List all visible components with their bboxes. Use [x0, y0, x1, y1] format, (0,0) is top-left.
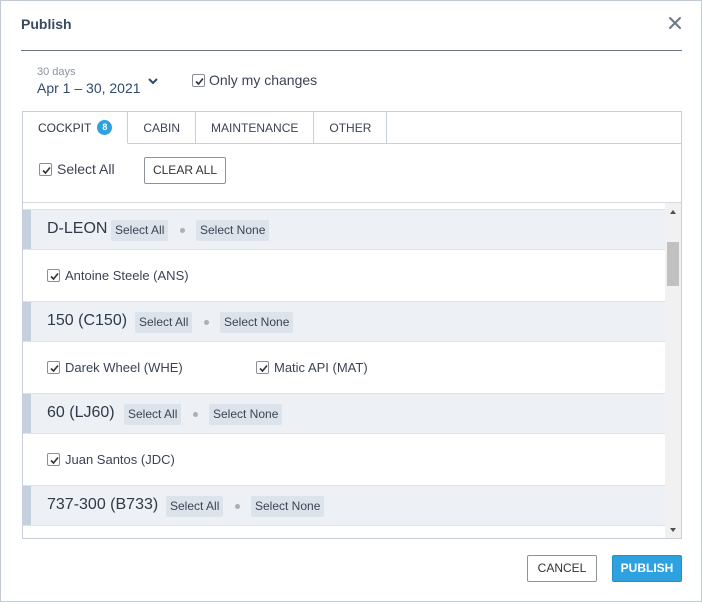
- member-checkbox[interactable]: [47, 361, 60, 374]
- group-accent-bar: [23, 210, 31, 249]
- select-all-checkbox[interactable]: [39, 162, 52, 176]
- tab-maintenance-label: MAINTENANCE: [211, 120, 299, 135]
- member-item[interactable]: Matic API (MAT): [256, 360, 368, 375]
- period-selector[interactable]: 30 days Apr 1 – 30, 2021: [37, 66, 141, 96]
- group-accent-bar: [23, 302, 31, 341]
- member-row: Juan Santos (JDC): [23, 435, 665, 486]
- group-header: 150 (C150) Select All Select None: [23, 301, 665, 342]
- list-scrollbar[interactable]: [665, 203, 681, 538]
- tab-cabin-label: CABIN: [143, 120, 181, 135]
- member-row: Antoine Steele (ANS): [23, 251, 665, 302]
- select-all-toggle[interactable]: Select All: [39, 161, 115, 177]
- separator-dot: [235, 504, 240, 509]
- group-header: D-LEON Select All Select None: [23, 209, 665, 250]
- member-row: Darek Wheel (WHE) Matic API (MAT): [23, 343, 665, 394]
- only-my-changes-toggle[interactable]: Only my changes: [192, 72, 317, 88]
- tab-other-label: OTHER: [329, 120, 372, 135]
- separator-dot: [180, 228, 185, 233]
- group-name: 150 (C150): [47, 312, 128, 329]
- member-name: Juan Santos (JDC): [65, 452, 175, 467]
- chevron-down-icon[interactable]: [147, 74, 159, 85]
- period-length: 30 days: [37, 66, 76, 78]
- tab-other[interactable]: OTHER: [314, 112, 388, 144]
- member-checkbox[interactable]: [256, 361, 269, 374]
- member-name: Antoine Steele (ANS): [65, 268, 189, 283]
- group-select-all-button[interactable]: Select All: [111, 220, 169, 241]
- group-accent-bar: [23, 486, 31, 525]
- group-select-none-button[interactable]: Select None: [209, 404, 283, 425]
- member-item[interactable]: Darek Wheel (WHE): [47, 360, 183, 375]
- group-accent-bar: [23, 394, 31, 433]
- member-checkbox[interactable]: [47, 453, 60, 466]
- publish-dialog: Publish 30 days Apr 1 – 30, 2021 Only my…: [0, 0, 702, 602]
- tabs-panel: COCKPIT 8 CABIN MAINTENANCE OTHER Select…: [22, 111, 682, 539]
- tab-cockpit-label: COCKPIT: [38, 120, 92, 135]
- group-header: 737-300 (B733) Select All Select None: [23, 485, 665, 526]
- group-header: 60 (LJ60) Select All Select None: [23, 393, 665, 434]
- group-select-all-button[interactable]: Select All: [124, 404, 182, 425]
- title-divider: [21, 50, 682, 51]
- member-checkbox[interactable]: [47, 269, 60, 282]
- close-icon[interactable]: [665, 13, 687, 35]
- member-item[interactable]: Juan Santos (JDC): [47, 452, 175, 467]
- clear-all-button[interactable]: CLEAR ALL: [144, 157, 226, 184]
- crew-list: D-LEON Select All Select None Antoine St…: [23, 202, 681, 538]
- member-name: Darek Wheel (WHE): [65, 360, 183, 375]
- period-range: Apr 1 – 30, 2021: [37, 80, 141, 96]
- group-name: D-LEON: [47, 220, 108, 237]
- dialog-title: Publish: [21, 16, 72, 32]
- tab-bar: COCKPIT 8 CABIN MAINTENANCE OTHER: [23, 112, 388, 144]
- tab-cabin[interactable]: CABIN: [128, 112, 197, 144]
- tab-cockpit-badge: 8: [97, 120, 113, 135]
- tab-maintenance[interactable]: MAINTENANCE: [196, 112, 315, 144]
- scrollbar-thumb[interactable]: [667, 242, 679, 286]
- group-name: 737-300 (B733): [47, 496, 159, 513]
- group-select-none-button[interactable]: Select None: [220, 312, 294, 333]
- separator-dot: [193, 412, 198, 417]
- cancel-button[interactable]: CANCEL: [527, 555, 597, 582]
- only-my-changes-checkbox[interactable]: [192, 73, 205, 87]
- select-all-label: Select All: [57, 161, 115, 177]
- tab-cockpit[interactable]: COCKPIT 8: [23, 112, 129, 144]
- publish-button[interactable]: PUBLISH: [612, 555, 682, 582]
- group-select-all-button[interactable]: Select All: [135, 312, 193, 333]
- only-my-changes-label: Only my changes: [209, 72, 318, 88]
- group-select-none-button[interactable]: Select None: [196, 220, 270, 241]
- member-name: Matic API (MAT): [274, 360, 368, 375]
- group-name: 60 (LJ60): [47, 404, 115, 421]
- group-select-none-button[interactable]: Select None: [251, 496, 325, 517]
- bulk-actions: Select All CLEAR ALL: [39, 157, 226, 184]
- separator-dot: [204, 320, 209, 325]
- scroll-down-arrow-icon[interactable]: [665, 523, 681, 537]
- member-item[interactable]: Antoine Steele (ANS): [47, 268, 189, 283]
- group-select-all-button[interactable]: Select All: [166, 496, 224, 517]
- scroll-up-arrow-icon[interactable]: [665, 205, 681, 219]
